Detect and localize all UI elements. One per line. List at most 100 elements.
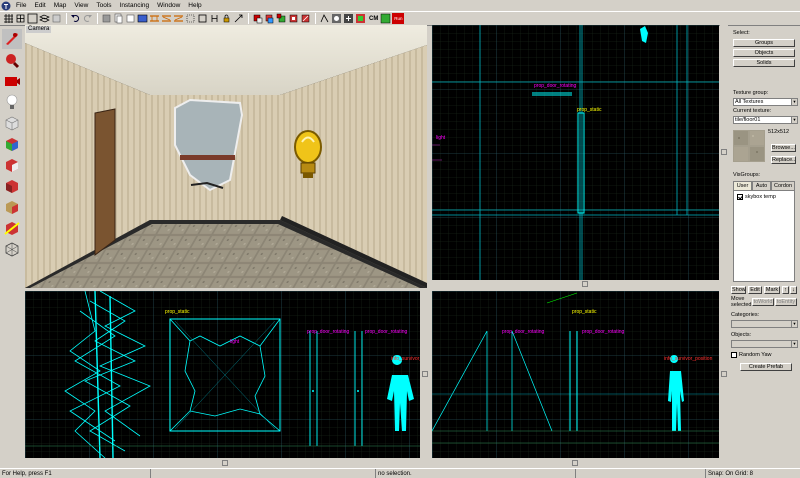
- map-properties-icon[interactable]: [288, 13, 299, 24]
- visgroup-tab-auto[interactable]: Auto: [752, 181, 771, 190]
- toolbar-separator: [248, 13, 249, 24]
- menu-bar: File Edit Map View Tools Instancing Wind…: [0, 0, 800, 11]
- toggle-cordon-icon[interactable]: [380, 13, 391, 24]
- grid-toggle-icon[interactable]: [3, 13, 14, 24]
- entity-report-icon[interactable]: [264, 13, 275, 24]
- front-view-hscroll[interactable]: [25, 460, 420, 466]
- scroll-thumb[interactable]: [721, 149, 727, 155]
- scroll-thumb[interactable]: [222, 460, 228, 466]
- toggle-models-icon[interactable]: [331, 13, 342, 24]
- flip-icon[interactable]: [209, 13, 220, 24]
- selection-box-2-icon[interactable]: [197, 13, 208, 24]
- grid-smaller-icon[interactable]: [15, 13, 26, 24]
- current-texture-select[interactable]: tile/floor01 ▼: [733, 116, 798, 124]
- hide-selected-icon[interactable]: [161, 13, 172, 24]
- undo-icon[interactable]: [70, 13, 81, 24]
- menu-help[interactable]: Help: [185, 0, 206, 11]
- 3d-grid-icon[interactable]: [39, 13, 50, 24]
- vertex-tool-icon[interactable]: [2, 239, 22, 259]
- visgroup-show-button[interactable]: Show: [731, 286, 746, 294]
- scroll-thumb[interactable]: [422, 371, 428, 377]
- dropdown-arrow-icon[interactable]: ▼: [791, 99, 797, 105]
- random-yaw-checkbox[interactable]: [731, 352, 737, 358]
- texture-lock-icon[interactable]: [221, 13, 232, 24]
- toggle-lighting-icon[interactable]: [343, 13, 354, 24]
- toggle-fog-icon[interactable]: [355, 13, 366, 24]
- replace-texture-button[interactable]: Replace...: [771, 156, 796, 164]
- entity-tool-icon[interactable]: [2, 92, 22, 112]
- browse-texture-button[interactable]: Browse...: [771, 144, 796, 152]
- move-down-button[interactable]: ↓: [790, 286, 797, 294]
- scroll-thumb[interactable]: [721, 371, 727, 377]
- goto-brush-icon[interactable]: [300, 13, 311, 24]
- check-problems-icon[interactable]: [276, 13, 287, 24]
- toggle-helpers-icon[interactable]: [319, 13, 330, 24]
- camera-tool-icon[interactable]: [2, 71, 22, 91]
- decal-tool-icon[interactable]: [2, 176, 22, 196]
- top-2d-viewport[interactable]: prop_door_rotating prop_static light: [432, 25, 719, 280]
- grid-larger-icon[interactable]: [27, 13, 38, 24]
- menu-edit[interactable]: Edit: [31, 0, 50, 11]
- side-view-hscroll[interactable]: [432, 460, 719, 466]
- side-view-vscroll[interactable]: [720, 291, 728, 458]
- dropdown-arrow-icon[interactable]: ▼: [791, 117, 797, 123]
- menu-tools[interactable]: Tools: [93, 0, 116, 11]
- side-2d-viewport[interactable]: prop_static prop_door_rotating prop_door…: [432, 291, 719, 458]
- selection-tool-icon[interactable]: [2, 29, 22, 49]
- front-2d-viewport[interactable]: prop_static light prop_door_rotating pro…: [25, 291, 420, 458]
- visgroup-edit-button[interactable]: Edit: [748, 286, 762, 294]
- select-objects-button[interactable]: Objects: [733, 49, 795, 57]
- select-groups-button[interactable]: Groups: [733, 39, 795, 47]
- texture-application-tool-icon[interactable]: [2, 134, 22, 154]
- clipping-tool-icon[interactable]: [2, 218, 22, 238]
- objects-select[interactable]: ▼: [731, 340, 798, 348]
- unhide-icon[interactable]: [173, 13, 184, 24]
- camera-3d-viewport[interactable]: Camera: [25, 25, 427, 288]
- to-entity-button[interactable]: toEntity: [775, 298, 797, 306]
- top-view-vscroll[interactable]: [720, 25, 728, 280]
- menu-view[interactable]: View: [71, 0, 93, 11]
- scroll-thumb[interactable]: [582, 281, 588, 287]
- create-prefab-button[interactable]: Create Prefab: [740, 363, 792, 371]
- cordon-toggle-button[interactable]: CM: [369, 16, 378, 22]
- paste-icon[interactable]: [113, 13, 124, 24]
- menu-map[interactable]: Map: [51, 0, 72, 11]
- move-up-button[interactable]: ↑: [782, 286, 789, 294]
- overlay-tool-icon[interactable]: [2, 197, 22, 217]
- paste-special-icon[interactable]: [125, 13, 136, 24]
- visgroup-item[interactable]: skybox temp: [737, 194, 776, 200]
- top-view-hscroll[interactable]: [432, 281, 719, 287]
- menu-instancing[interactable]: Instancing: [117, 0, 155, 11]
- magnify-tool-icon[interactable]: [2, 50, 22, 70]
- to-world-button[interactable]: toWorld: [752, 298, 774, 306]
- run-map-button[interactable]: Run: [392, 13, 405, 24]
- viewport-label[interactable]: Camera: [26, 26, 52, 33]
- apply-current-texture-icon[interactable]: [2, 155, 22, 175]
- selection-box-icon[interactable]: [185, 13, 196, 24]
- unknown-tool-icon[interactable]: [51, 13, 62, 24]
- red-cube-icon[interactable]: [252, 13, 263, 24]
- dropdown-arrow-icon[interactable]: ▼: [791, 341, 797, 347]
- categories-select[interactable]: ▼: [731, 320, 798, 328]
- status-selection-text: no selection.: [375, 469, 575, 478]
- block-tool-icon[interactable]: [2, 113, 22, 133]
- texture-group-select[interactable]: All Textures ▼: [733, 98, 798, 106]
- group-icon[interactable]: [137, 13, 148, 24]
- visgroup-tab-user[interactable]: User: [733, 181, 752, 190]
- visgroup-checkbox[interactable]: [737, 194, 743, 200]
- menu-file[interactable]: File: [13, 0, 31, 11]
- redo-icon[interactable]: [82, 13, 93, 24]
- ungroup-icon[interactable]: [149, 13, 160, 24]
- scroll-thumb[interactable]: [572, 460, 578, 466]
- menu-window[interactable]: Window: [154, 0, 185, 11]
- visgroup-tab-cordon[interactable]: Cordon: [771, 181, 795, 190]
- scale-lock-icon[interactable]: [233, 13, 244, 24]
- random-yaw-option[interactable]: Random Yaw: [731, 352, 772, 358]
- carve-icon[interactable]: [101, 13, 112, 24]
- dropdown-arrow-icon[interactable]: ▼: [791, 321, 797, 327]
- visgroup-list[interactable]: skybox temp: [733, 190, 795, 282]
- visgroup-mark-button[interactable]: Mark: [764, 286, 780, 294]
- select-solids-button[interactable]: Solids: [733, 59, 795, 67]
- door2-entity-label: prop_door_rotating: [582, 329, 625, 335]
- front-view-vscroll[interactable]: [421, 291, 429, 458]
